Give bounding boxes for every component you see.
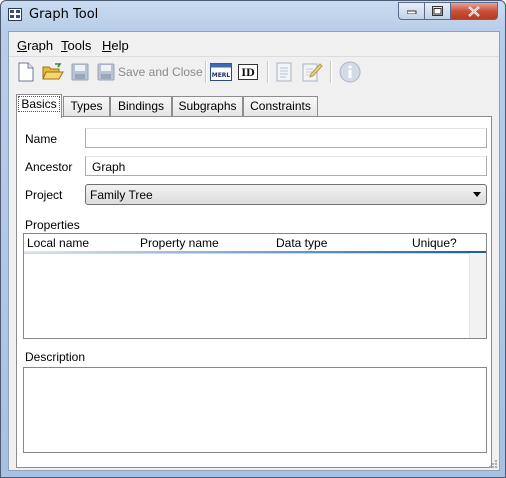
description-field[interactable] <box>23 367 487 453</box>
ancestor-label: Ancestor <box>25 160 73 174</box>
project-select[interactable]: Family Tree <box>85 184 487 205</box>
project-label: Project <box>25 188 63 202</box>
svg-text:MERL: MERL <box>212 72 231 79</box>
menu-graph-accel: G <box>17 38 28 53</box>
svg-text:ID: ID <box>241 68 255 79</box>
minimize-button[interactable] <box>398 2 425 20</box>
close-button[interactable] <box>451 2 498 20</box>
save-icon <box>71 63 89 81</box>
vertical-scrollbar[interactable] <box>469 253 486 338</box>
name-label: Name <box>25 132 58 146</box>
minimize-icon <box>406 10 416 14</box>
tab-bindings[interactable]: Bindings <box>110 96 172 116</box>
menu-tools-label: ools <box>67 38 92 53</box>
close-icon <box>468 5 480 17</box>
resize-grip-icon[interactable] <box>487 458 497 468</box>
save-and-close-button[interactable]: Save and Close <box>97 61 203 83</box>
maximize-icon <box>432 6 443 16</box>
name-field[interactable] <box>85 128 487 148</box>
tab-subgraphs[interactable]: Subgraphs <box>172 96 243 116</box>
column-local-name[interactable]: Local name <box>27 236 89 250</box>
toolbar-separator <box>267 61 269 83</box>
maximize-button[interactable] <box>425 2 451 20</box>
tab-basics[interactable]: Basics <box>16 94 62 118</box>
window: Graph Tool Graph Tools Help Save and Clo… <box>0 0 506 478</box>
tab-basics-label: Basics <box>18 96 60 112</box>
id-button[interactable]: ID <box>238 61 258 83</box>
properties-button[interactable] <box>275 61 293 83</box>
title-bar[interactable]: Graph Tool <box>1 1 505 29</box>
info-button[interactable] <box>339 61 361 83</box>
ancestor-field[interactable]: Graph <box>85 156 487 176</box>
edit-document-icon <box>302 63 323 82</box>
new-document-icon <box>18 62 34 82</box>
menu-tools[interactable]: Tools <box>61 38 91 53</box>
document-list-icon <box>276 62 292 82</box>
new-button[interactable] <box>17 61 35 83</box>
properties-label: Properties <box>25 218 80 232</box>
menu-help-accel: H <box>102 38 112 53</box>
chevron-down-icon <box>473 192 481 197</box>
column-property-name[interactable]: Property name <box>140 236 219 250</box>
open-folder-icon <box>42 63 64 80</box>
tab-constraints[interactable]: Constraints <box>243 96 318 116</box>
save-button[interactable] <box>71 61 89 83</box>
save-and-close-label: Save and Close <box>118 65 203 79</box>
app-icon <box>8 8 22 21</box>
toolbar: Save and Close MERL ID <box>9 56 499 87</box>
tab-types[interactable]: Types <box>63 96 110 116</box>
table-header: Local name Property name Data type Uniqu… <box>24 234 486 254</box>
menu-graph[interactable]: Graph <box>17 38 53 53</box>
menu-bar: Graph Tools Help <box>9 34 499 56</box>
merl-icon: MERL <box>210 63 232 81</box>
open-button[interactable] <box>42 61 64 83</box>
column-unique[interactable]: Unique? <box>412 236 457 250</box>
toolbar-separator <box>330 61 332 83</box>
info-icon <box>339 61 361 83</box>
client-area: Graph Tools Help Save and Close MERL ID … <box>8 31 500 471</box>
edit-button[interactable] <box>301 61 323 83</box>
description-label: Description <box>25 350 86 364</box>
properties-table[interactable]: Local name Property name Data type Uniqu… <box>23 233 487 339</box>
save-close-icon <box>97 63 115 81</box>
toolbar-separator <box>205 61 207 83</box>
menu-graph-label: raph <box>27 38 54 53</box>
merl-button[interactable]: MERL <box>210 61 232 83</box>
window-title: Graph Tool <box>29 7 99 22</box>
basics-panel: Name Ancestor Graph Project Family Tree … <box>16 116 492 468</box>
menu-help-label: elp <box>111 38 129 53</box>
header-accent-line <box>24 251 486 253</box>
id-icon: ID <box>238 64 258 80</box>
menu-help[interactable]: Help <box>102 38 129 53</box>
project-select-value: Family Tree <box>90 188 153 202</box>
column-data-type[interactable]: Data type <box>276 236 327 250</box>
